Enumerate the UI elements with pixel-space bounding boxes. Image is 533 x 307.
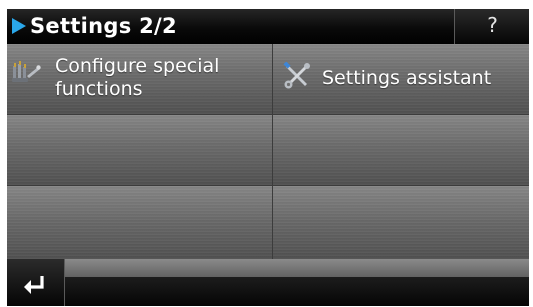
configure-special-functions-line2: functions xyxy=(55,78,143,100)
help-button[interactable]: ? xyxy=(454,9,529,44)
menu-grid: Configure special functions Settings ass… xyxy=(7,44,529,259)
title-bar: Settings 2/2 ? xyxy=(7,9,529,44)
bottom-bar xyxy=(7,259,529,306)
empty-tile xyxy=(7,186,273,259)
configure-special-functions-button[interactable]: Configure special functions xyxy=(7,44,273,115)
tools-icon xyxy=(12,61,41,82)
configure-special-functions-line1: Configure special xyxy=(55,55,220,77)
settings-assistant-label: Settings assistant xyxy=(322,67,492,89)
screen: Settings 2/2 ? Configure special functio… xyxy=(7,9,529,306)
return-arrow-icon xyxy=(24,276,44,294)
back-button[interactable] xyxy=(7,259,65,306)
page-title: Settings 2/2 xyxy=(30,14,177,38)
empty-tile xyxy=(273,186,529,259)
title-arrow-icon xyxy=(12,18,26,34)
empty-tile xyxy=(273,115,529,186)
settings-assistant-button[interactable]: Settings assistant xyxy=(273,44,529,115)
wrench-screwdriver-icon xyxy=(283,62,310,89)
empty-tile xyxy=(7,115,273,186)
status-strip xyxy=(65,259,529,277)
